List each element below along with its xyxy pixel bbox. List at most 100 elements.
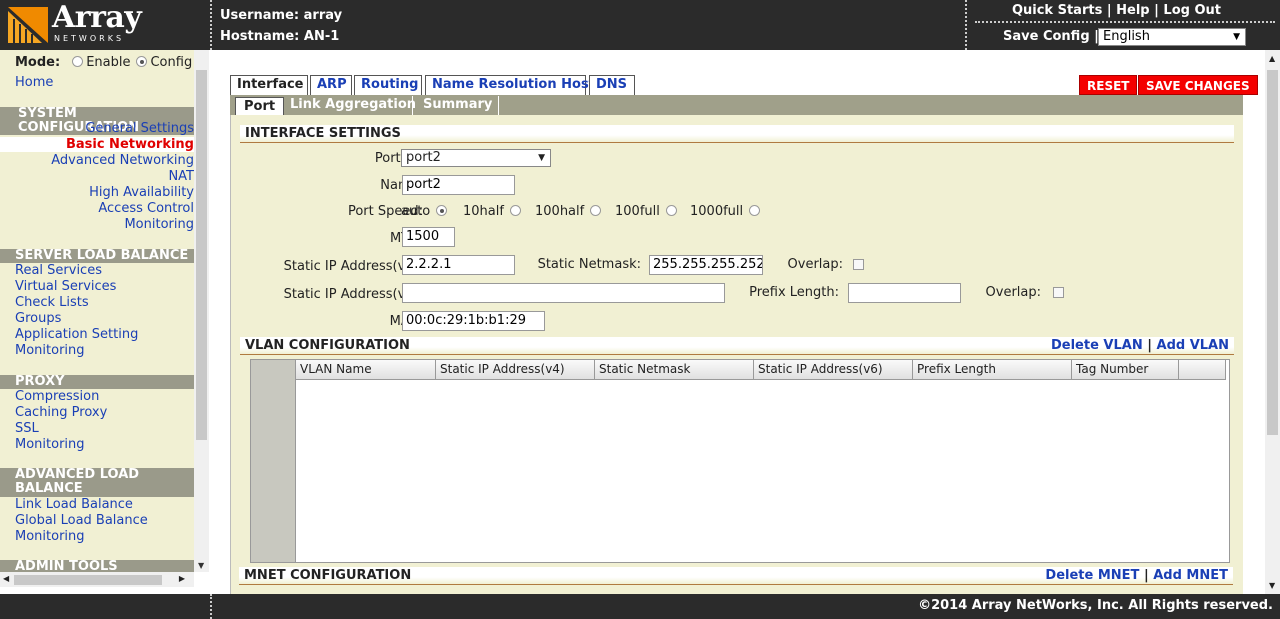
sidebar-item-groups[interactable]: Groups	[15, 311, 61, 326]
sidebar-item-monitoring[interactable]: Monitoring	[124, 217, 194, 232]
scroll-thumb[interactable]	[14, 575, 162, 585]
scroll-down-icon[interactable]: ▼	[198, 561, 204, 570]
speed-radio[interactable]	[509, 205, 521, 216]
add-vlan-link[interactable]: Add VLAN	[1157, 338, 1229, 353]
speed-radio[interactable]	[590, 205, 602, 216]
sub-tabs: Port Link Aggregation Summary	[230, 95, 1243, 115]
sidebar-item-home[interactable]: Home	[15, 75, 53, 90]
scroll-down-icon[interactable]: ▼	[1269, 581, 1275, 590]
speed-option-1000full[interactable]: 1000full	[690, 204, 763, 219]
reset-button[interactable]: RESET	[1079, 75, 1138, 95]
delete-vlan-link[interactable]: Delete VLAN	[1051, 338, 1143, 353]
vlan-col-prefix[interactable]: Prefix Length	[913, 360, 1072, 380]
scroll-right-icon[interactable]: ▶	[179, 574, 185, 583]
vlan-col-tag[interactable]: Tag Number	[1072, 360, 1179, 380]
tab-routing[interactable]: Routing	[354, 75, 422, 95]
sidebar-vertical-scrollbar[interactable]: ▼	[194, 50, 209, 572]
delete-mnet-link[interactable]: Delete MNET	[1045, 568, 1139, 583]
prefix-length-input[interactable]	[848, 283, 961, 303]
vlan-table: VLAN Name Static IP Address(v4) Static N…	[250, 359, 1230, 563]
subtab-summary[interactable]: Summary	[415, 96, 499, 115]
sidebar-item-general-settings[interactable]: General Settings	[85, 121, 194, 136]
help-link[interactable]: Help	[1116, 3, 1149, 18]
tab-arp[interactable]: ARP	[310, 75, 352, 95]
vlan-col-netmask[interactable]: Static Netmask	[595, 360, 754, 380]
sidebar-item-check-lists[interactable]: Check Lists	[15, 295, 89, 310]
overlap-v6-label: Overlap:	[985, 285, 1041, 300]
ipv6-input[interactable]	[402, 283, 725, 303]
sidebar-item-compression[interactable]: Compression	[15, 389, 99, 404]
speed-option-100half[interactable]: 100half	[535, 204, 604, 219]
quick-starts-link[interactable]: Quick Starts	[1012, 3, 1102, 18]
scroll-thumb[interactable]	[196, 70, 207, 440]
sidebar-item-link-load-balance[interactable]: Link Load Balance	[15, 497, 133, 512]
footer-divider	[210, 594, 212, 619]
vlan-col-ipv4[interactable]: Static IP Address(v4)	[436, 360, 595, 380]
section-proxy: PROXY	[0, 375, 194, 389]
sidebar-item-nat[interactable]: NAT	[168, 169, 194, 184]
section-title-text: INTERFACE SETTINGS	[245, 126, 401, 141]
overlap-v6-checkbox[interactable]	[1053, 287, 1064, 298]
brand-sub: NETWORKS	[54, 34, 125, 43]
section-admin-tools: ADMIN TOOLS	[0, 560, 194, 572]
header-dotted-line	[975, 21, 1275, 23]
scroll-thumb[interactable]	[1267, 70, 1278, 435]
sidebar-horizontal-scrollbar[interactable]: ◀ ▶	[0, 572, 194, 587]
sidebar-item-virtual-services[interactable]: Virtual Services	[15, 279, 116, 294]
sidebar: Mode: Enable Config Home SYSTEM CONFIGURAT…	[0, 50, 209, 594]
sidebar-item-advanced-networking[interactable]: Advanced Networking	[51, 153, 194, 168]
main-vertical-scrollbar[interactable]: ▲ ▼	[1265, 50, 1280, 594]
username-label: Username: array	[220, 8, 343, 23]
ipv4-input[interactable]: 2.2.2.1	[402, 255, 515, 275]
speed-radio[interactable]	[436, 205, 448, 216]
tab-interface[interactable]: Interface	[230, 75, 308, 95]
speed-option-100full[interactable]: 100full	[615, 204, 680, 219]
vlan-col-ipv6[interactable]: Static IP Address(v6)	[754, 360, 913, 380]
sidebar-item-global-load-balance[interactable]: Global Load Balance	[15, 513, 148, 528]
hostname-label: Hostname: AN-1	[220, 29, 340, 44]
subtab-port[interactable]: Port	[235, 97, 285, 115]
mode-config-radio[interactable]	[136, 56, 148, 67]
interface-settings-title: INTERFACE SETTINGS	[240, 125, 1234, 143]
save-changes-button[interactable]: SAVE CHANGES	[1138, 75, 1258, 95]
section-title-line: ADVANCED LOAD	[15, 467, 140, 482]
sidebar-item-ssl[interactable]: SSL	[15, 421, 39, 436]
netmask-input[interactable]: 255.255.255.252	[649, 255, 763, 275]
chevron-down-icon: ▼	[1233, 32, 1240, 42]
name-input[interactable]: port2	[402, 175, 515, 195]
sidebar-item-caching-proxy[interactable]: Caching Proxy	[15, 405, 107, 420]
vlan-col-name[interactable]: VLAN Name	[296, 360, 436, 380]
sidebar-item-access-control[interactable]: Access Control	[98, 201, 194, 216]
port-id-select[interactable]: port2 ▼	[401, 149, 551, 167]
subtab-link-aggregation[interactable]: Link Aggregation	[282, 96, 416, 115]
mtu-input[interactable]: 1500	[402, 227, 455, 247]
overlap-v4-checkbox[interactable]	[853, 259, 864, 270]
speed-radio[interactable]	[749, 205, 761, 216]
top-links: Quick Starts | Help | Log Out	[1012, 3, 1221, 18]
add-mnet-link[interactable]: Add MNET	[1153, 568, 1228, 583]
header-divider	[210, 0, 212, 50]
mac-input[interactable]: 00:0c:29:1b:b1:29	[402, 311, 545, 331]
save-config-link[interactable]: Save Config |	[1003, 29, 1099, 44]
mnet-configuration-title: MNET CONFIGURATION Delete MNET | Add MNE…	[239, 567, 1233, 585]
mode-enable-radio[interactable]	[72, 56, 84, 67]
speed-option-auto[interactable]: auto	[401, 204, 450, 219]
vlan-table-gutter	[251, 360, 296, 562]
sidebar-item-proxy-monitoring[interactable]: Monitoring	[15, 437, 85, 452]
speed-option-10half[interactable]: 10half	[463, 204, 524, 219]
logout-link[interactable]: Log Out	[1163, 3, 1221, 18]
tab-dns[interactable]: DNS	[589, 75, 635, 95]
sidebar-item-alb-monitoring[interactable]: Monitoring	[15, 529, 85, 544]
sidebar-item-basic-networking[interactable]: Basic Networking	[0, 137, 194, 152]
sidebar-item-application-setting[interactable]: Application Setting	[15, 327, 138, 342]
sidebar-item-real-services[interactable]: Real Services	[15, 263, 102, 278]
vlan-actions: Delete VLAN | Add VLAN	[1051, 337, 1229, 355]
speed-radio[interactable]	[665, 205, 677, 216]
scroll-up-icon[interactable]: ▲	[1269, 54, 1275, 63]
language-select[interactable]: English ▼	[1098, 28, 1246, 46]
tab-name-resolution-host[interactable]: Name Resolution Host	[425, 75, 595, 95]
scroll-left-icon[interactable]: ◀	[3, 574, 9, 583]
speed-label: 10half	[463, 204, 504, 219]
sidebar-item-slb-monitoring[interactable]: Monitoring	[15, 343, 85, 358]
sidebar-item-high-availability[interactable]: High Availability	[89, 185, 194, 200]
